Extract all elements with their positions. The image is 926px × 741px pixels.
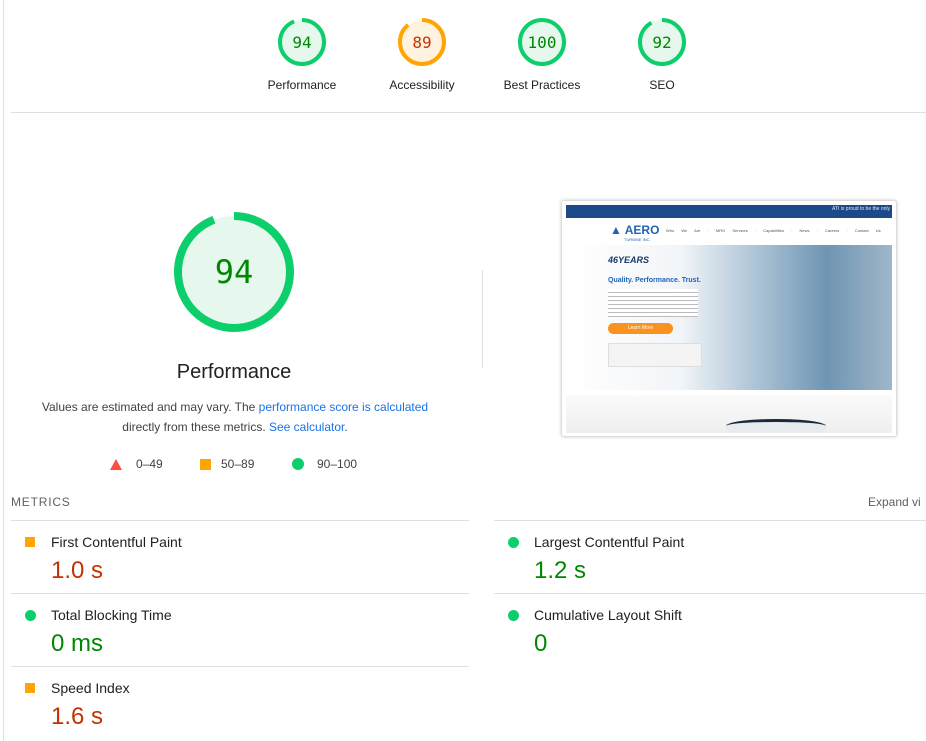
- score-legend: 0–49 50–89 90–100: [110, 457, 357, 471]
- performance-title: Performance: [176, 361, 292, 383]
- gauge-label: Accessibility: [389, 78, 455, 92]
- pass-circle-icon: [292, 458, 304, 470]
- site-logo: ▲ AERO TURBINE INC.: [610, 223, 660, 242]
- metric-name: Largest Contentful Paint: [534, 534, 685, 550]
- desc-text: .: [344, 420, 348, 434]
- hero-headline: Quality. Performance. Trust.: [608, 277, 701, 284]
- learn-more-button: Learn More: [608, 323, 673, 334]
- svg-text:100: 100: [528, 33, 557, 52]
- metric-lcp: Largest Contentful Paint 1.2 s: [494, 520, 926, 593]
- pass-circle-icon: [25, 610, 36, 621]
- final-screenshot[interactable]: ATI is proud to be the only ▲ AERO TURBIN…: [561, 200, 897, 437]
- metric-name: Total Blocking Time: [51, 607, 172, 623]
- metric-value: 1.6 s: [51, 703, 104, 730]
- pass-circle-icon: [508, 537, 519, 548]
- svg-text:89: 89: [412, 33, 431, 52]
- metrics-col-right: Largest Contentful Paint 1.2 s Cumulative…: [494, 520, 926, 666]
- metrics-heading: METRICS: [11, 495, 71, 509]
- gauge-ring: 92: [638, 18, 686, 66]
- svg-text:94: 94: [292, 33, 311, 52]
- certification-logos: [608, 343, 702, 367]
- see-calculator-link[interactable]: See calculator: [269, 420, 344, 434]
- years-badge: 46YEARS: [608, 255, 650, 265]
- gauge-ring: 100: [518, 18, 566, 66]
- metric-fcp: First Contentful Paint 1.0 s: [11, 520, 469, 593]
- desc-text: directly from these metrics.: [122, 420, 269, 434]
- average-square-icon: [25, 683, 35, 693]
- gauge-seo[interactable]: 92 SEO: [602, 16, 722, 92]
- metric-value: 1.2 s: [534, 557, 587, 584]
- gauge-ring: 89: [398, 18, 446, 66]
- hero-text: [608, 289, 698, 317]
- hero-image: [566, 245, 892, 390]
- expand-view-toggle[interactable]: Expand vi: [868, 495, 921, 509]
- metrics-col-left: First Contentful Paint 1.0 s Total Blocki…: [11, 520, 469, 739]
- metric-value: 0: [534, 630, 548, 657]
- metric-name: Cumulative Layout Shift: [534, 607, 682, 623]
- average-square-icon: [200, 458, 211, 470]
- metric-value: 1.0 s: [51, 557, 104, 584]
- gauge-accessibility[interactable]: 89 Accessibility: [362, 16, 482, 92]
- gauge-label: Performance: [267, 78, 337, 92]
- legend-average: 50–89: [221, 457, 255, 471]
- ticker-bar: ATI is proud to be the only: [566, 205, 892, 218]
- gauge-performance[interactable]: 94 Performance: [242, 16, 362, 92]
- metric-name: First Contentful Paint: [51, 534, 182, 550]
- divider: [482, 270, 483, 368]
- average-square-icon: [25, 537, 35, 547]
- performance-gauge-large: 94: [134, 212, 334, 337]
- performance-description: Values are estimated and may vary. The p…: [30, 397, 440, 437]
- metric-tbt: Total Blocking Time 0 ms: [11, 593, 469, 666]
- fail-triangle-icon: [110, 458, 122, 470]
- desc-text: Values are estimated and may vary. The: [41, 400, 259, 414]
- gauge-label: SEO: [649, 78, 675, 92]
- gauge-label: Best Practices: [503, 78, 581, 92]
- metric-name: Speed Index: [51, 680, 130, 696]
- metric-speed-index: Speed Index 1.6 s: [11, 666, 469, 739]
- metric-cls: Cumulative Layout Shift 0: [494, 593, 926, 666]
- jet-image: [726, 419, 826, 433]
- performance-score: 94: [215, 253, 254, 291]
- divider: [11, 112, 926, 113]
- gauge-best-practices[interactable]: 100 Best Practices: [482, 16, 602, 92]
- metric-value: 0 ms: [51, 630, 104, 657]
- score-calculated-link[interactable]: performance score is calculated: [259, 400, 428, 414]
- svg-text:92: 92: [652, 33, 671, 52]
- pass-circle-icon: [508, 610, 519, 621]
- legend-fail: 0–49: [136, 457, 163, 471]
- legend-pass: 90–100: [317, 457, 358, 471]
- site-nav: Who We Are · MRO Services · Capabilities…: [666, 228, 881, 233]
- gauge-ring: 94: [278, 18, 326, 66]
